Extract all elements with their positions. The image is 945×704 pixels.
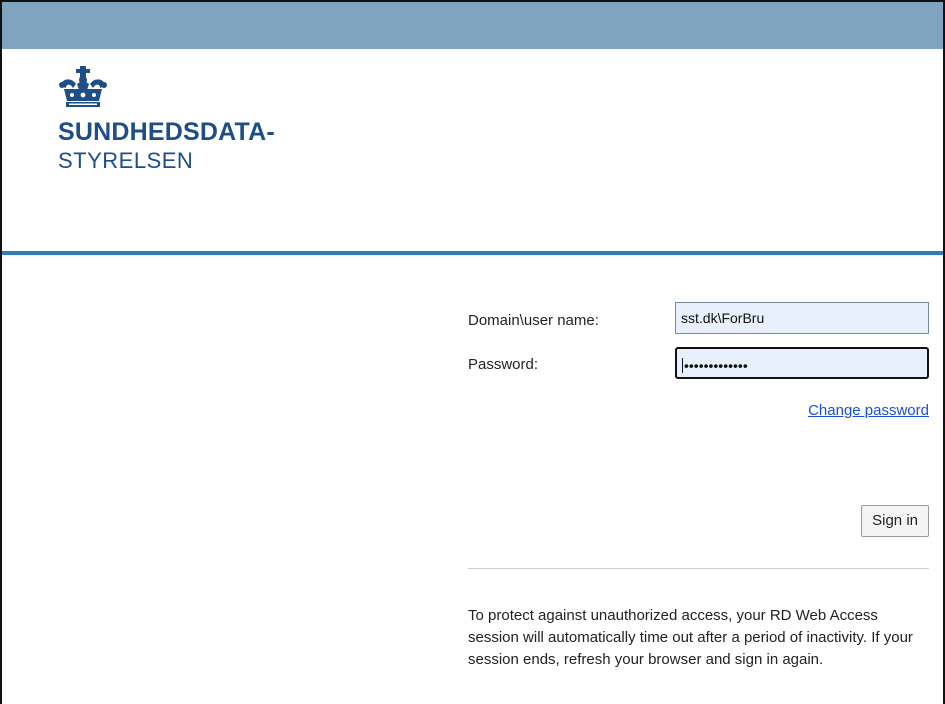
change-password-link[interactable]: Change password xyxy=(808,402,929,419)
sign-in-button[interactable]: Sign in xyxy=(861,505,929,537)
logo: SUNDHEDSDATA- STYRELSEN xyxy=(58,66,358,186)
username-label: Domain\user name: xyxy=(468,312,599,329)
session-timeout-notice: To protect against unauthorized access, … xyxy=(468,607,913,668)
password-input[interactable]: ••••••••••••• xyxy=(675,347,929,379)
password-label: Password: xyxy=(468,356,539,373)
text-caret xyxy=(682,357,683,373)
crown-icon xyxy=(59,66,107,107)
form-divider xyxy=(468,568,929,569)
logo-line-2: STYRELSEN xyxy=(58,148,194,173)
password-mask: ••••••••••••• xyxy=(684,357,748,374)
top-banner xyxy=(2,2,943,49)
logo-line-1: SUNDHEDSDATA- xyxy=(58,118,275,146)
username-input[interactable]: sst.dk\ForBru xyxy=(675,302,929,334)
header-divider xyxy=(2,251,943,255)
